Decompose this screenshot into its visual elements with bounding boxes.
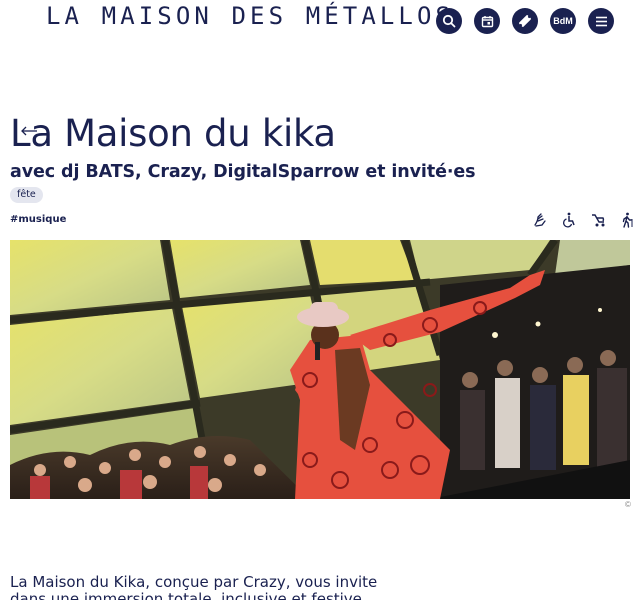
event-intro: La Maison du Kika, conçue par Crazy, vou… <box>10 573 378 600</box>
bdm-button[interactable]: BdM <box>550 8 576 34</box>
accessibility-icons <box>532 212 635 228</box>
menu-icon <box>595 16 607 26</box>
sign-language-icon <box>532 212 548 228</box>
menu-button[interactable] <box>588 8 614 34</box>
site-logo[interactable]: LA MAISON DES MÉTALLOS <box>46 2 454 30</box>
header-actions: BdM <box>436 8 614 34</box>
search-button[interactable] <box>436 8 462 34</box>
event-photo <box>10 240 630 499</box>
photo-credit: © <box>625 500 631 509</box>
bdm-icon: BdM <box>553 16 573 26</box>
page-title: La Maison du kika <box>10 112 336 155</box>
hashtag-link[interactable]: #musique <box>10 214 66 225</box>
ticket-icon <box>519 15 531 27</box>
category-tag[interactable]: fête <box>10 187 43 203</box>
search-icon <box>442 14 456 28</box>
stroller-icon <box>590 212 606 228</box>
calendar-icon <box>481 15 493 27</box>
event-subtitle: avec dj BATS, Crazy, DigitalSparrow et i… <box>10 162 476 182</box>
calendar-button[interactable] <box>474 8 500 34</box>
performer-illustration <box>10 240 630 499</box>
walking-icon <box>619 212 635 228</box>
back-arrow-icon[interactable] <box>20 126 38 136</box>
wheelchair-icon <box>561 212 577 228</box>
ticket-button[interactable] <box>512 8 538 34</box>
